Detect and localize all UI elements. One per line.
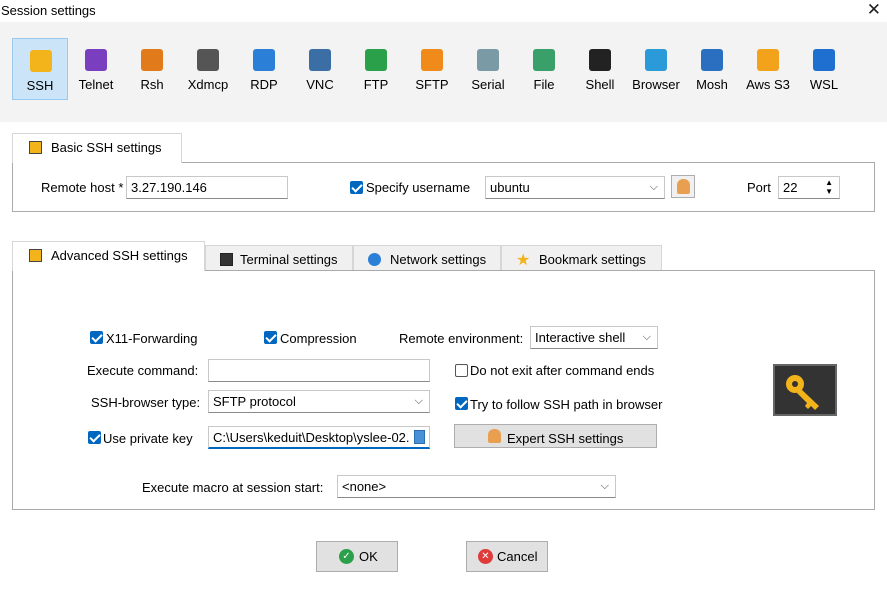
protocol-browser[interactable]: Browser — [628, 38, 684, 100]
port-spinner[interactable]: 22 ▲ ▼ — [778, 176, 840, 199]
follow-ssh-path-label: Try to follow SSH path in browser — [470, 397, 663, 412]
advanced-settings-panel — [12, 270, 875, 510]
telnet-icon — [85, 49, 107, 71]
vnc-icon — [309, 49, 331, 71]
cancel-x-icon: ✕ — [478, 549, 493, 564]
remote-environment-label: Remote environment: — [399, 331, 524, 346]
tab-basic-ssh-settings[interactable]: Basic SSH settings — [12, 133, 182, 163]
protocol-serial[interactable]: Serial — [460, 38, 516, 100]
browser-icon — [645, 49, 667, 71]
chevron-down-icon: ⌵ — [600, 480, 609, 492]
spinner-down-icon[interactable]: ▼ — [825, 187, 833, 196]
port-label: Port — [747, 180, 771, 195]
terminal-icon — [220, 253, 233, 266]
ssh-browser-type-label: SSH-browser type: — [91, 395, 201, 410]
serial-icon — [477, 49, 499, 71]
protocol-vnc[interactable]: VNC — [292, 38, 348, 100]
rsh-icon — [141, 49, 163, 71]
xdmcp-icon — [197, 49, 219, 71]
title-bar: Session settings ✕ — [0, 0, 887, 22]
follow-ssh-path-checkbox[interactable] — [455, 397, 468, 410]
wsl-icon — [813, 49, 835, 71]
ssh-icon — [30, 50, 52, 72]
specify-username-label: Specify username — [366, 180, 471, 195]
protocol-ftp[interactable]: FTP — [348, 38, 404, 100]
cancel-button[interactable]: ✕ Cancel — [466, 541, 548, 572]
chevron-down-icon: ⌵ — [642, 331, 651, 343]
shell-icon — [589, 49, 611, 71]
execute-macro-label: Execute macro at session start: — [142, 480, 324, 495]
ok-check-icon: ✓ — [339, 549, 354, 564]
remote-host-input[interactable]: 3.27.190.146 — [126, 176, 288, 199]
protocol-ssh[interactable]: SSH — [12, 38, 68, 100]
x11-forwarding-checkbox[interactable] — [90, 331, 103, 344]
user-icon — [677, 179, 690, 194]
execute-command-label: Execute command: — [87, 363, 199, 378]
execute-command-input[interactable] — [208, 359, 430, 382]
wrench-icon — [29, 249, 42, 262]
user-manager-button[interactable] — [671, 175, 695, 198]
use-private-key-label: Use private key — [103, 431, 193, 446]
rdp-icon — [253, 49, 275, 71]
no-exit-checkbox[interactable] — [455, 364, 468, 377]
sftp-icon — [421, 49, 443, 71]
expert-ssh-settings-button[interactable]: Expert SSH settings — [454, 424, 657, 448]
specify-username-checkbox[interactable] — [350, 181, 363, 194]
username-select[interactable]: ubuntu ⌵ — [485, 176, 665, 199]
protocol-wsl[interactable]: WSL — [796, 38, 852, 100]
tab-bookmark-settings[interactable]: ★ Bookmark settings — [501, 245, 662, 272]
spinner-up-icon[interactable]: ▲ — [825, 178, 833, 187]
aws-s3-icon — [757, 49, 779, 71]
ok-button[interactable]: ✓ OK — [316, 541, 398, 572]
user-icon — [488, 429, 501, 443]
file-icon[interactable] — [414, 430, 425, 444]
mosh-icon — [701, 49, 723, 71]
wrench-icon — [29, 141, 42, 154]
use-private-key-checkbox[interactable] — [88, 431, 101, 444]
protocol-mosh[interactable]: Mosh — [684, 38, 740, 100]
protocol-rdp[interactable]: RDP — [236, 38, 292, 100]
tab-advanced-ssh-settings[interactable]: Advanced SSH settings — [12, 241, 205, 271]
tab-network-settings[interactable]: Network settings — [353, 245, 501, 272]
remote-host-label: Remote host * — [41, 180, 124, 195]
protocol-xdmcp[interactable]: Xdmcp — [180, 38, 236, 100]
network-icon — [368, 253, 381, 266]
protocol-aws-s3[interactable]: Aws S3 — [740, 38, 796, 100]
compression-label: Compression — [280, 331, 357, 346]
private-key-path-input[interactable]: C:\Users\keduit\Desktop\yslee-02. — [208, 426, 430, 449]
ftp-icon — [365, 49, 387, 71]
chevron-down-icon: ⌵ — [649, 181, 658, 193]
no-exit-label: Do not exit after command ends — [470, 363, 655, 378]
remote-environment-select[interactable]: Interactive shell ⌵ — [530, 326, 658, 349]
tab-terminal-settings[interactable]: Terminal settings — [205, 245, 353, 272]
protocol-sftp[interactable]: SFTP — [404, 38, 460, 100]
close-icon[interactable]: ✕ — [867, 0, 881, 20]
execute-macro-select[interactable]: <none> ⌵ — [337, 475, 616, 498]
compression-checkbox[interactable] — [264, 331, 277, 344]
protocol-telnet[interactable]: Telnet — [68, 38, 124, 100]
window-title: Session settings — [1, 3, 96, 18]
protocol-file[interactable]: File — [516, 38, 572, 100]
protocol-rsh[interactable]: Rsh — [124, 38, 180, 100]
chevron-down-icon: ⌵ — [414, 395, 423, 407]
x11-forwarding-label: X11-Forwarding — [106, 331, 198, 346]
file-icon — [533, 49, 555, 71]
ssh-browser-type-select[interactable]: SFTP protocol ⌵ — [208, 390, 430, 413]
key-icon — [773, 364, 837, 416]
star-icon: ★ — [516, 252, 531, 269]
protocol-shell[interactable]: Shell — [572, 38, 628, 100]
